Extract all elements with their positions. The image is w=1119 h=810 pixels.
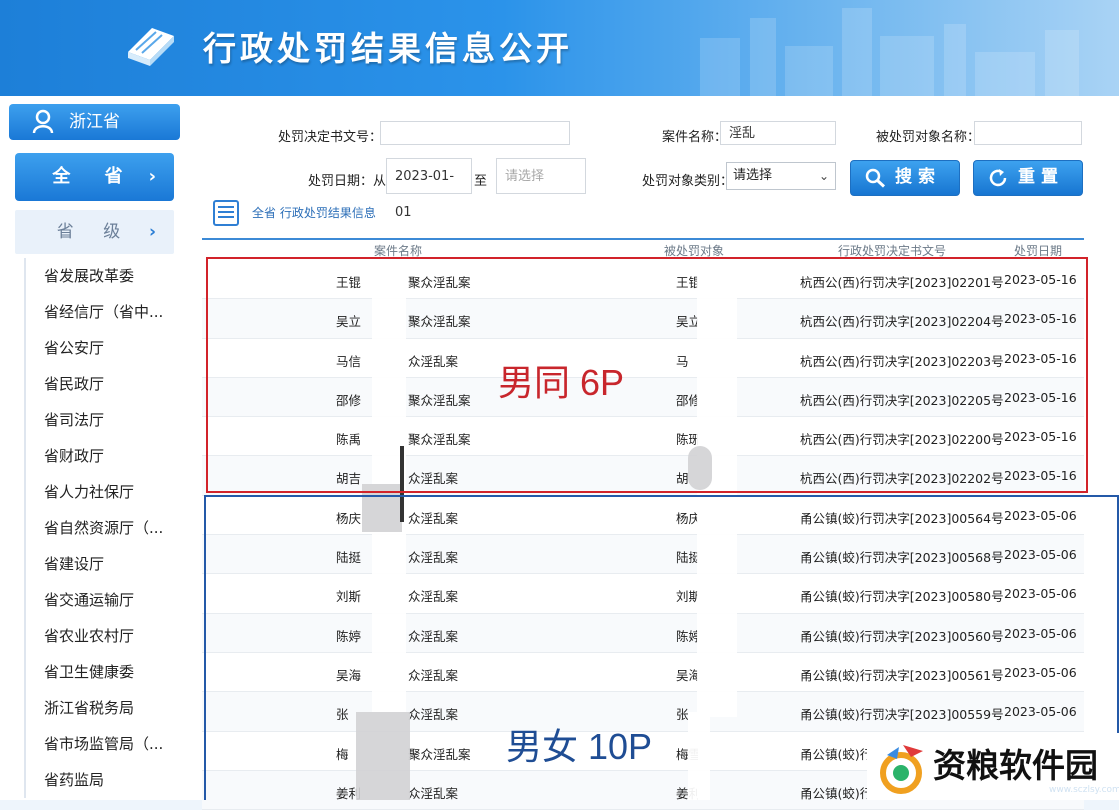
sidebar: 浙江省 全 省 › 省 级 › 省发展改革委 省经信厅（省中... 省公安厅 省民政厅… [0, 96, 190, 800]
date-to-label: 至 [474, 174, 488, 189]
case-name-label: 案件名称： [662, 130, 728, 145]
sidebar-dept-item[interactable]: 省人力社保厅 [26, 474, 186, 510]
chevron-down-icon: ⌄ [818, 169, 829, 183]
target-type-value: 请选择 [733, 168, 773, 183]
chevron-right-icon: › [148, 166, 156, 187]
region-selector[interactable]: 浙江省 [9, 104, 180, 140]
region-label: 浙江省 [69, 112, 120, 132]
province-level-label: 省 级 [56, 222, 133, 242]
sidebar-dept-item[interactable]: 省建设厅 [26, 546, 186, 582]
sidebar-dept-item[interactable]: 省交通运输厅 [26, 582, 186, 618]
sidebar-dept-item[interactable]: 省药监局 [26, 762, 186, 798]
sidebar-dept-item[interactable]: 省公安厅 [26, 330, 186, 366]
sidebar-dept-item[interactable]: 省财政厅 [26, 438, 186, 474]
book-logo-icon [128, 28, 174, 66]
chevron-right-icon: › [148, 222, 156, 242]
annotation-text-blue: 男女 10P [506, 726, 653, 767]
department-list: 省发展改革委 省经信厅（省中... 省公安厅 省民政厅 省司法厅 省财政厅 省人力社保厅 省自… [24, 258, 186, 798]
sidebar-dept-item[interactable]: 省司法厅 [26, 402, 186, 438]
target-name-label: 被处罚对象名称： [876, 130, 981, 145]
list-document-icon [213, 200, 239, 226]
case-name-input[interactable]: 淫乱 [720, 121, 836, 145]
annotation-text-red: 男同 6P [498, 362, 625, 403]
province-level-button[interactable]: 省 级 › [15, 210, 174, 254]
date-to-input[interactable]: 请选择 [496, 158, 586, 194]
doc-no-input[interactable] [380, 121, 570, 145]
watermark-title: 资粮软件园 [933, 746, 1098, 785]
target-name-input[interactable] [974, 121, 1082, 145]
sidebar-dept-item[interactable]: 省市场监管局（... [26, 726, 186, 762]
search-button[interactable]: 搜索 [850, 160, 960, 196]
doc-no-label: 处罚决定书文号： [278, 130, 383, 145]
page-title: 行政处罚结果信息公开 [203, 29, 573, 68]
annotation-box-red [206, 257, 1088, 493]
reset-button[interactable]: 重置 [973, 160, 1083, 196]
all-province-label: 全 省 [52, 166, 137, 187]
user-location-icon [32, 109, 54, 134]
results-table-header: 案件名称 被处罚对象 行政处罚决定书文号 处罚日期 [202, 238, 1084, 258]
all-province-button[interactable]: 全 省 › [15, 153, 174, 201]
sidebar-dept-item[interactable]: 省自然资源厅（... [26, 510, 186, 546]
date-label: 处罚日期：从 [308, 174, 387, 189]
watermark-url: www.sczlsy.com [1049, 785, 1119, 795]
watermark-logo-icon [880, 745, 923, 794]
target-type-label: 处罚对象类别： [642, 174, 734, 189]
sidebar-dept-item[interactable]: 省卫生健康委 [26, 654, 186, 690]
sidebar-dept-item[interactable]: 省发展改革委 [26, 258, 186, 294]
search-icon [865, 168, 886, 188]
breadcrumb-text: 全省 行政处罚结果信息 [252, 206, 376, 220]
sidebar-dept-item[interactable]: 省民政厅 [26, 366, 186, 402]
header-banner: 行政处罚结果信息公开 [0, 0, 1119, 96]
sidebar-dept-item[interactable]: 省经信厅（省中... [26, 294, 186, 330]
date-from-input[interactable]: 2023-01-01 [386, 158, 472, 220]
sidebar-dept-item[interactable]: 浙江省税务局 [26, 690, 186, 726]
sidebar-dept-item[interactable]: 省农业农村厅 [26, 618, 186, 654]
target-type-select[interactable]: 请选择 ⌄ [726, 162, 836, 190]
refresh-icon [989, 169, 1007, 187]
